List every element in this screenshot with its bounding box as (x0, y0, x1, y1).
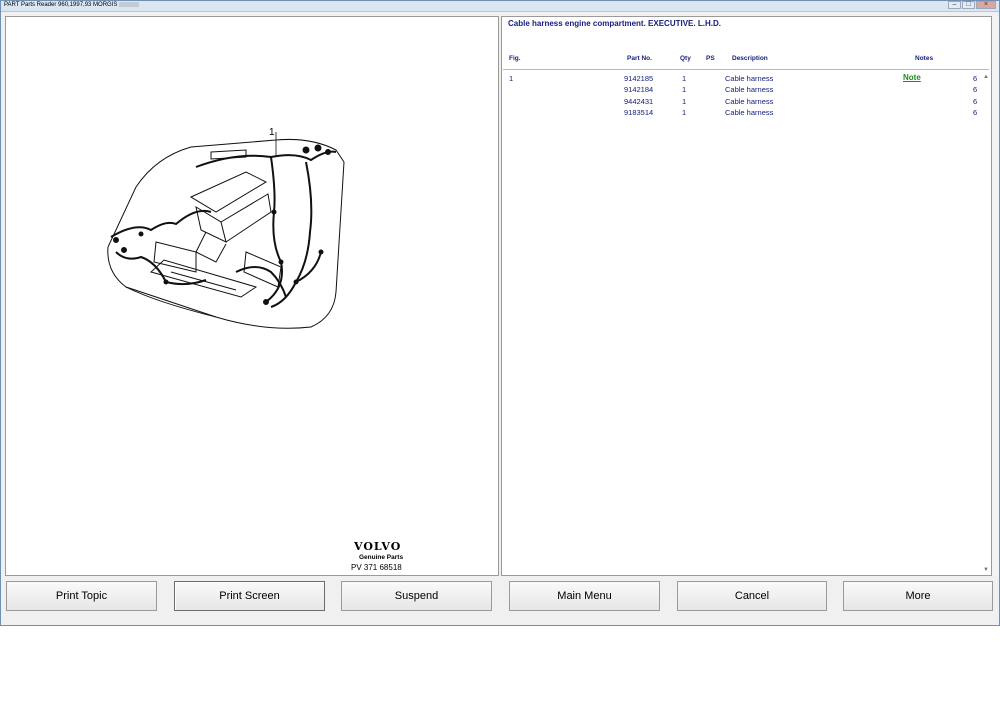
window-controls: – □ × (947, 1, 996, 9)
note-link[interactable]: Note (903, 73, 921, 82)
cell-extra: 6 (973, 74, 978, 83)
column-header-qty: Qty (680, 55, 691, 62)
redacted-text (119, 1, 140, 7)
cell-extra: 6 (973, 97, 978, 106)
maximize-button[interactable]: □ (962, 1, 975, 9)
column-header-notes: Notes (915, 55, 934, 62)
column-header-part-no: Part No. (627, 55, 652, 62)
cell-part-no: 9442431 (624, 97, 654, 106)
minimize-button[interactable]: – (948, 1, 961, 9)
app-window: PART Parts Reader 960,1997,93 MORGIS – □… (0, 0, 1000, 626)
title-bar: PART Parts Reader 960,1997,93 MORGIS – □… (1, 1, 999, 12)
figure-callout-number: 1 (269, 127, 275, 138)
print-topic-button[interactable]: Print Topic (6, 581, 157, 611)
cancel-button[interactable]: Cancel (677, 581, 827, 611)
window-title: PART Parts Reader 960,1997,93 MORGIS (4, 1, 140, 10)
column-header-ps: PS (706, 55, 715, 62)
scrollbar-track[interactable] (992, 16, 999, 576)
suspend-button[interactable]: Suspend (341, 581, 492, 611)
cell-extra: 6 (973, 108, 978, 117)
cell-description: Cable harness (725, 97, 774, 106)
cell-part-no: 9183514 (624, 108, 654, 117)
parts-list-title: Cable harness engine compartment. EXECUT… (508, 19, 721, 28)
main-menu-button[interactable]: Main Menu (509, 581, 660, 611)
cell-qty: 1 (682, 97, 687, 106)
header-divider (503, 69, 989, 70)
column-header-description: Description (732, 55, 768, 62)
parts-list-pane: Cable harness engine compartment. EXECUT… (501, 16, 992, 576)
engine-wiring-diagram (107, 132, 345, 329)
cell-part-no: 9142185 (624, 74, 654, 83)
volvo-logo: VOLVO (354, 540, 402, 553)
cell-description: Cable harness (725, 85, 774, 94)
cell-qty: 1 (682, 74, 687, 83)
cell-description: Cable harness (725, 74, 774, 83)
scroll-up-arrow-icon[interactable]: ▲ (983, 74, 989, 80)
more-button[interactable]: More (843, 581, 993, 611)
scroll-down-arrow-icon[interactable]: ▼ (983, 567, 989, 573)
column-header-fig: Fig. (509, 55, 521, 62)
genuine-parts-label: Genuine Parts (359, 554, 404, 561)
cell-description: Cable harness (725, 108, 774, 117)
cell-part-no: 9142184 (624, 85, 654, 94)
illustration-code: PV 371 68518 (351, 563, 402, 572)
cell-qty: 1 (682, 108, 687, 117)
cell-fig: 1 (509, 74, 514, 83)
cell-extra: 6 (973, 85, 978, 94)
cell-qty: 1 (682, 85, 687, 94)
illustration-pane: 1 VOLVO Genuine Parts PV 371 68518 (5, 16, 499, 576)
close-button[interactable]: × (976, 1, 996, 9)
print-screen-button[interactable]: Print Screen (174, 581, 325, 611)
